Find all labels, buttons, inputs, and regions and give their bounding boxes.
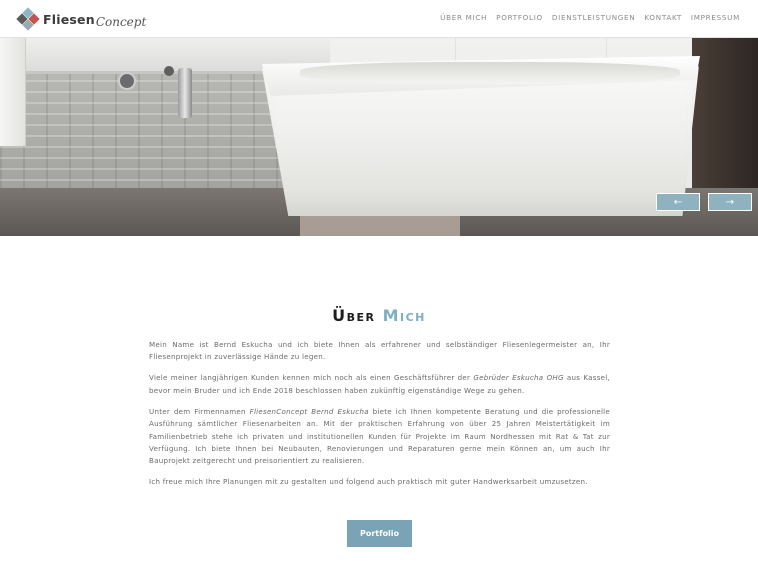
about-heading: Über Mich [332,306,426,325]
nav-item-dienstleistungen[interactable]: Dienstleistungen [552,13,635,22]
about-paragraph-1: Mein Name ist Bernd Eskucha und ich biet… [149,340,610,362]
arrow-left-icon: ← [673,196,683,208]
nav-item-kontakt[interactable]: Kontakt [644,13,682,22]
logo[interactable]: Fliesen Concept [16,5,146,33]
about-paragraph-2: Viele meiner langjährigen Kunden kennen … [149,373,611,395]
logo-wordmark: Fliesen [43,11,95,27]
logo-script: Concept [95,15,147,29]
nav-item-impressum[interactable]: Impressum [691,13,740,22]
arrow-right-icon: → [725,196,735,208]
about-paragraph-3: Unter dem Firmennamen FliesenConcept Ber… [149,406,611,466]
portfolio-button[interactable]: Portfolio [347,520,412,547]
slider-prev-button[interactable]: ← [656,193,700,211]
slider-next-button[interactable]: → [708,193,752,211]
logo-tiles-icon [16,7,40,31]
main-nav: Über mich Portfolio Dienstleistungen Kon… [440,13,740,22]
about-paragraph-4: Ich freue mich Ihre Planungen mit zu ges… [149,477,588,487]
hero-slider: ← → [0,38,758,236]
site-header: Fliesen Concept Über mich Portfolio Dien… [0,0,758,38]
nav-item-ueber-mich[interactable]: Über mich [440,13,487,22]
about-text: Mein Name ist Bernd Eskucha und ich biet… [149,339,610,497]
nav-item-portfolio[interactable]: Portfolio [496,13,543,22]
